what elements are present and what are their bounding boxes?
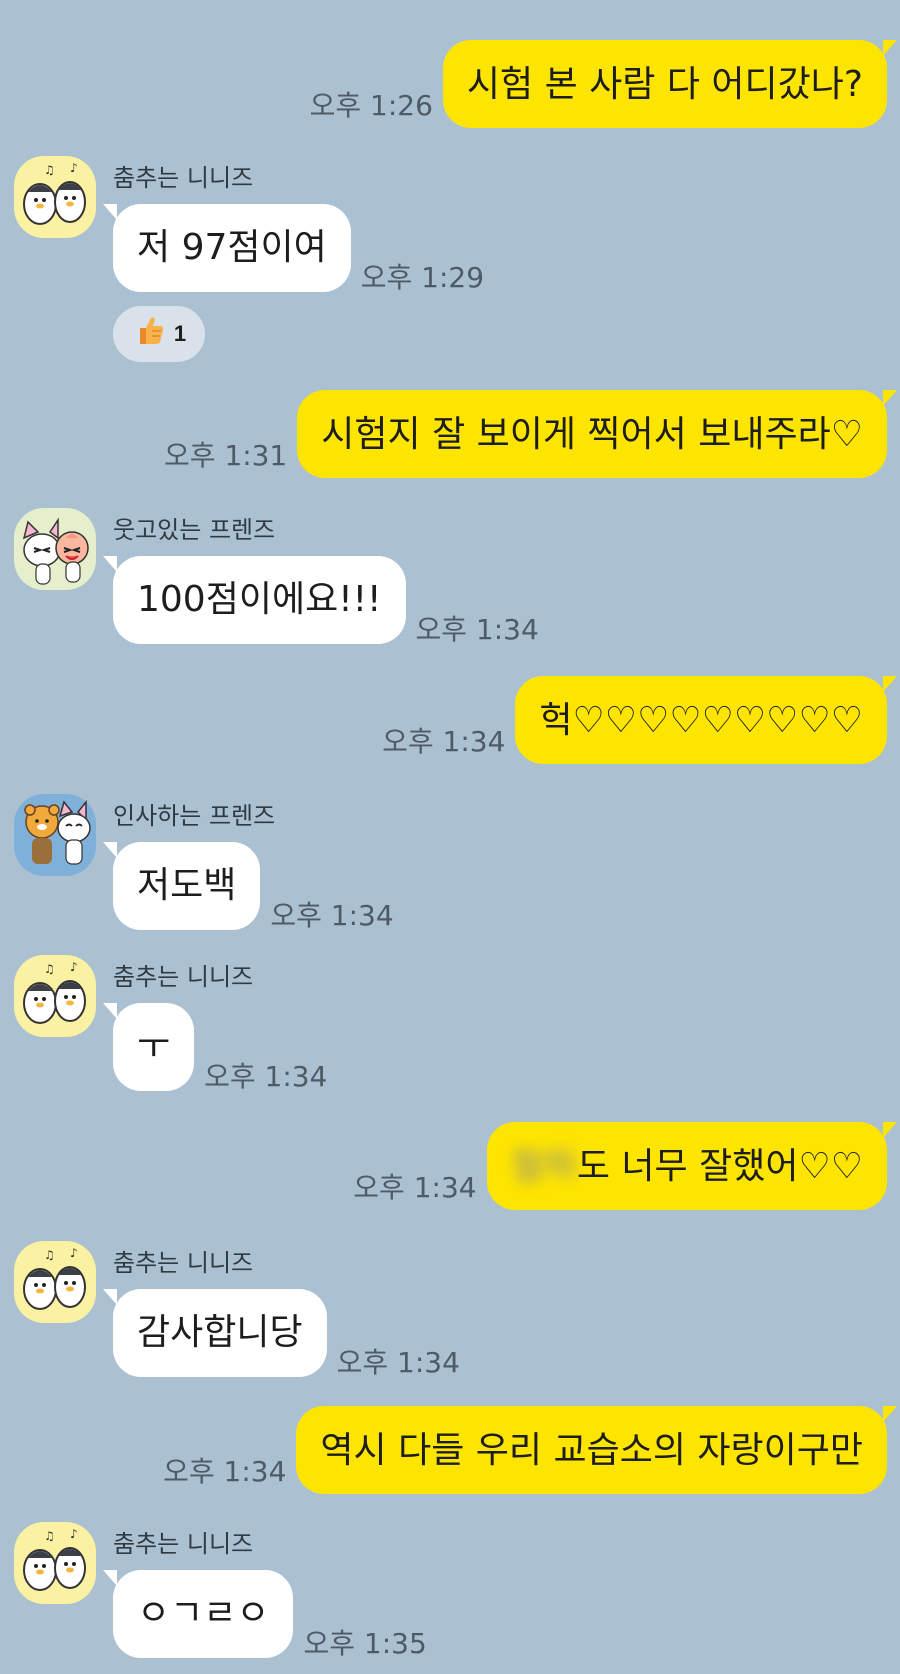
message-text: 감사합니당: [137, 1312, 303, 1353]
message-bubble[interactable]: 감사합니당: [103, 1289, 327, 1377]
message-bubble[interactable]: 헉♡♡♡♡♡♡♡♡♡: [515, 676, 897, 764]
friends-laughing-icon: [14, 508, 96, 590]
message-outgoing: 오후 1:34 역시 다들 우리 교습소의 자랑이구만: [163, 1406, 897, 1494]
message-bubble[interactable]: 100점이에요!!!: [103, 556, 406, 644]
message-bubble[interactable]: 시험지 잘 보이게 찍어서 보내주라♡: [297, 390, 897, 478]
avatar[interactable]: ♫ ♪: [14, 1241, 96, 1323]
message-bubble[interactable]: 철하도 너무 잘했어♡♡: [486, 1122, 898, 1210]
avatar[interactable]: ♫ ♪: [14, 955, 96, 1037]
message-text: ㅇㄱㄹㅇ: [137, 1593, 270, 1634]
message-bubble[interactable]: ㅇㄱㄹㅇ: [102, 1570, 294, 1658]
sender-name: 춤추는 니니즈: [113, 963, 254, 991]
svg-text:♪: ♪: [70, 1246, 78, 1260]
ninis-dance-icon: ♫ ♪: [14, 1241, 96, 1323]
message-text: 헉♡♡♡♡♡♡♡♡♡: [539, 700, 863, 741]
reaction-badge[interactable]: 1: [113, 306, 205, 362]
svg-text:♫: ♫: [44, 163, 55, 177]
svg-text:♫: ♫: [44, 1248, 55, 1262]
message-text: 100점이에요!!!: [137, 579, 382, 620]
message-time: 오후 1:34: [163, 1455, 287, 1488]
message-bubble[interactable]: 시험 본 사람 다 어디갔나?: [442, 40, 898, 128]
svg-text:♪: ♪: [70, 1527, 78, 1541]
avatar[interactable]: [14, 794, 96, 876]
message-text: 도 너무 잘했어♡♡: [576, 1146, 863, 1187]
message-outgoing: 오후 1:34 헉♡♡♡♡♡♡♡♡♡: [382, 676, 897, 764]
thumbs-up-icon: [132, 313, 166, 355]
message-text: 역시 다들 우리 교습소의 자랑이구만: [320, 1430, 863, 1471]
ninis-dance-icon: ♫ ♪: [14, 156, 96, 238]
ninis-dance-icon: ♫ ♪: [14, 1522, 96, 1604]
message-time: 오후 1:34: [353, 1171, 477, 1204]
reaction-count: 1: [173, 321, 187, 346]
message-time: 오후 1:31: [163, 439, 288, 472]
message-outgoing: 오후 1:26 시험 본 사람 다 어디갔나?: [309, 40, 898, 128]
message-bubble[interactable]: 저도백: [102, 842, 261, 930]
sender-name: 인사하는 프렌즈: [113, 802, 276, 830]
message-time: 오후 1:34: [382, 725, 506, 758]
message-text: ㅜ: [137, 1026, 171, 1067]
svg-text:♪: ♪: [70, 161, 78, 175]
avatar[interactable]: ♫ ♪: [14, 1522, 96, 1604]
chat-area[interactable]: 오후 1:26 시험 본 사람 다 어디갔나? ♫ ♪ 춤추는 니니즈 저 97…: [0, 0, 900, 1674]
message-bubble[interactable]: ㅜ: [102, 1003, 195, 1091]
avatar[interactable]: ♫ ♪: [14, 156, 96, 238]
avatar[interactable]: [14, 508, 96, 590]
message-time: 오후 1:35: [303, 1627, 427, 1660]
sender-name: 춤추는 니니즈: [113, 1249, 254, 1277]
message-time: 오후 1:34: [270, 899, 394, 932]
message-outgoing: 오후 1:34 철하도 너무 잘했어♡♡: [353, 1122, 898, 1210]
message-time: 오후 1:34: [415, 613, 539, 646]
sender-name: 춤추는 니니즈: [113, 164, 254, 192]
message-time: 오후 1:34: [204, 1060, 328, 1093]
message-text: 시험 본 사람 다 어디갔나?: [466, 64, 863, 105]
friends-greeting-icon: [14, 794, 96, 876]
sender-name: 웃고있는 프렌즈: [113, 516, 276, 544]
blurred-name: 철하: [510, 1146, 577, 1187]
message-time: 오후 1:29: [360, 261, 485, 294]
svg-text:♫: ♫: [44, 962, 55, 976]
message-bubble[interactable]: 역시 다들 우리 교습소의 자랑이구만: [296, 1406, 897, 1494]
message-time: 오후 1:34: [336, 1346, 460, 1379]
svg-text:♪: ♪: [70, 960, 78, 974]
message-text: 저 97점이여: [137, 227, 327, 268]
message-text: 저도백: [137, 865, 237, 906]
ninis-dance-icon: ♫ ♪: [14, 955, 96, 1037]
sender-name: 춤추는 니니즈: [113, 1530, 254, 1558]
message-bubble[interactable]: 저 97점이여: [103, 204, 351, 292]
svg-text:♫: ♫: [44, 1529, 55, 1543]
message-time: 오후 1:26: [309, 89, 433, 122]
message-text: 시험지 잘 보이게 찍어서 보내주라♡: [321, 414, 863, 455]
message-outgoing: 오후 1:31 시험지 잘 보이게 찍어서 보내주라♡: [163, 390, 897, 478]
